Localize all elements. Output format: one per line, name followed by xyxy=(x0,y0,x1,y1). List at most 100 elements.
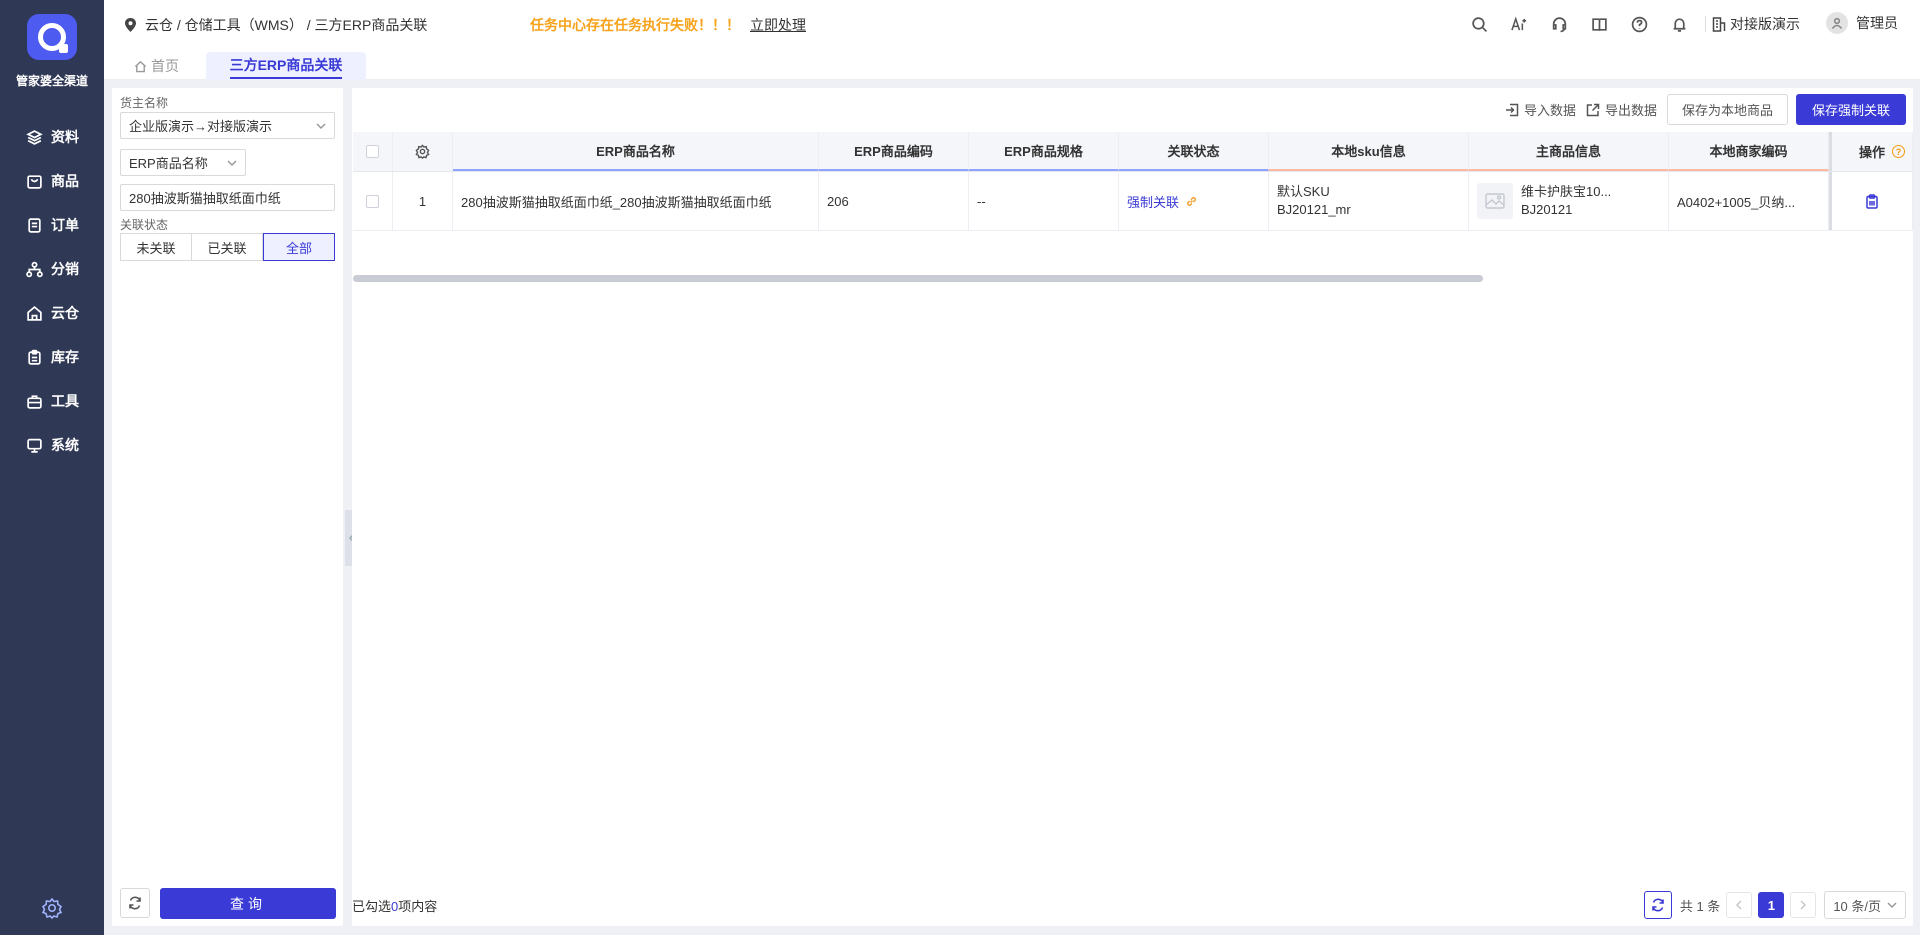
erp-spec-cell: -- xyxy=(969,172,1119,230)
column-erp-code[interactable]: ERP商品编码 xyxy=(819,132,969,171)
sidebar-item-inventory[interactable]: 库存 xyxy=(0,335,104,379)
sidebar-item-label: 分销 xyxy=(51,261,79,277)
search-field-value: ERP商品名称 xyxy=(129,156,208,171)
save-as-local-product-button[interactable]: 保存为本地商品 xyxy=(1666,94,1788,125)
erp-code-cell: 206 xyxy=(819,172,969,230)
column-erp-name[interactable]: ERP商品名称 xyxy=(453,132,819,171)
table-row[interactable]: 1 280抽波斯猫抽取纸面巾纸_280抽波斯猫抽取纸面巾纸 206 -- 强制关… xyxy=(353,172,1913,231)
sidebar-item-distribution[interactable]: 分销 xyxy=(0,247,104,291)
app-logo[interactable] xyxy=(27,14,77,60)
column-erp-spec[interactable]: ERP商品规格 xyxy=(969,132,1119,171)
environment-switcher[interactable]: 对接版演示 xyxy=(1712,14,1800,34)
selection-summary: 已勾选0项内容 xyxy=(352,896,437,915)
tab-erp-product-association[interactable]: 三方ERP商品关联 xyxy=(206,52,366,80)
search-icon[interactable] xyxy=(1459,13,1499,35)
owner-select[interactable]: 企业版演示→对接版演示 xyxy=(120,112,335,139)
chevron-right-icon xyxy=(1800,900,1807,910)
search-input[interactable] xyxy=(120,184,335,211)
sidebar-item-label: 商品 xyxy=(51,173,79,189)
status-cell: 强制关联 xyxy=(1119,172,1269,230)
user-menu[interactable]: 管理员 xyxy=(1826,12,1898,34)
export-label: 导出数据 xyxy=(1604,103,1657,118)
sidebar-item-label: 系统 xyxy=(51,437,79,453)
selected-suffix: 项内容 xyxy=(398,899,438,914)
reload-table-button[interactable] xyxy=(1643,891,1672,919)
owner-label: 货主名称 xyxy=(120,96,169,110)
select-all-checkbox[interactable] xyxy=(366,145,379,158)
chevron-down-icon xyxy=(227,159,237,166)
import-data-button[interactable]: 导入数据 xyxy=(1505,100,1576,119)
status-all-option[interactable]: 全部 xyxy=(263,233,335,261)
status-text: 强制关联 xyxy=(1127,194,1180,210)
home-icon xyxy=(134,60,147,72)
row-checkbox[interactable] xyxy=(366,194,379,208)
export-icon xyxy=(1586,103,1600,116)
local-sku-cell: 默认SKU BJ20121_mr xyxy=(1269,172,1469,230)
total-count: 共 1 条 xyxy=(1679,898,1721,914)
chevron-down-icon xyxy=(316,122,326,129)
settings-gear-icon[interactable] xyxy=(41,897,63,920)
handle-now-link[interactable]: 立即处理 xyxy=(750,15,806,35)
row-index: 1 xyxy=(393,172,453,230)
sidebar-item-data[interactable]: 资料 xyxy=(0,115,104,159)
sku-name: 默认SKU xyxy=(1277,184,1330,199)
page-number-current[interactable]: 1 xyxy=(1758,892,1785,918)
prev-page-button[interactable] xyxy=(1726,892,1753,918)
sidebar-item-tools[interactable]: 工具 xyxy=(0,379,104,423)
query-button[interactable]: 查询 xyxy=(160,888,336,919)
clipboard-icon xyxy=(28,349,41,365)
product-image-placeholder xyxy=(1477,183,1513,219)
page-size-select[interactable]: 10 条/页 xyxy=(1824,891,1906,919)
status-linked-option[interactable]: 已关联 xyxy=(192,233,263,261)
sidebar-item-label: 工具 xyxy=(51,393,79,409)
tab-label: 三方ERP商品关联 xyxy=(229,53,343,79)
help-icon[interactable] xyxy=(1619,13,1659,35)
column-local-sku[interactable]: 本地sku信息 xyxy=(1269,132,1469,171)
select-all-cell xyxy=(353,132,393,171)
column-merchant-code[interactable]: 本地商家编码 xyxy=(1669,132,1829,171)
tab-home[interactable]: 首页 xyxy=(134,52,179,80)
search-field-select[interactable]: ERP商品名称 xyxy=(120,149,246,176)
sidebar-item-label: 库存 xyxy=(51,349,79,365)
row-select-cell xyxy=(353,172,393,230)
delete-clipboard-icon[interactable] xyxy=(1865,193,1879,209)
sidebar-item-orders[interactable]: 订单 xyxy=(0,203,104,247)
column-main-product[interactable]: 主商品信息 xyxy=(1469,132,1669,171)
column-status[interactable]: 关联状态 ? xyxy=(1119,132,1905,171)
status-header-label: 关联状态 xyxy=(1167,144,1220,159)
breadcrumb-text: 云仓 / 仓储工具（WMS） / 三方ERP商品关联 xyxy=(145,17,428,33)
status-help-icon[interactable]: ? xyxy=(1892,145,1905,158)
status-header: 关联状态 xyxy=(1119,141,1268,160)
status-unlinked-option[interactable]: 未关联 xyxy=(120,233,192,261)
erp-name-cell: 280抽波斯猫抽取纸面巾纸_280抽波斯猫抽取纸面巾纸 xyxy=(453,172,819,230)
filter-panel: 货主名称 企业版演示→对接版演示 ERP商品名称 关联状态 未关联 已关联 全部… xyxy=(112,88,343,926)
main-product-code: BJ20121 xyxy=(1521,202,1573,217)
sidebar-nav: 资料 商品 订单 分销 云仓 库存 工具 系统 xyxy=(0,115,104,467)
brand-name: 管家婆全渠道 xyxy=(15,74,88,88)
force-association-link[interactable]: 强制关联 xyxy=(1127,192,1198,211)
customer-service-icon[interactable] xyxy=(1539,13,1579,35)
column-settings-gear-icon[interactable] xyxy=(415,144,430,159)
task-alert: 任务中心存在任务执行失败！！！ 立即处理 xyxy=(530,15,806,35)
sidebar-item-system[interactable]: 系统 xyxy=(0,423,104,467)
shopping-bag-icon xyxy=(27,174,42,189)
manual-book-icon[interactable] xyxy=(1579,13,1619,35)
sidebar-item-goods[interactable]: 商品 xyxy=(0,159,104,203)
selected-prefix: 已勾选 xyxy=(352,899,392,914)
environment-label: 对接版演示 xyxy=(1730,16,1800,32)
chevron-left-icon xyxy=(1736,900,1742,910)
save-force-association-button[interactable]: 保存强制关联 xyxy=(1795,94,1906,125)
image-icon xyxy=(1485,193,1505,209)
main-product-cell: 维卡护肤宝10... BJ20121 xyxy=(1469,172,1669,230)
export-data-button[interactable]: 导出数据 xyxy=(1586,100,1657,119)
next-page-button[interactable] xyxy=(1790,892,1817,918)
notification-bell-icon[interactable] xyxy=(1659,13,1699,35)
sidebar-item-cloud-warehouse[interactable]: 云仓 xyxy=(0,291,104,335)
sidebar-item-label: 云仓 xyxy=(51,305,79,321)
tab-label: 首页 xyxy=(151,58,179,74)
ai-assistant-icon[interactable] xyxy=(1499,13,1539,35)
reset-button[interactable] xyxy=(120,888,150,918)
status-label: 关联状态 xyxy=(120,218,169,232)
horizontal-scrollbar[interactable] xyxy=(353,275,1483,282)
header-divider xyxy=(1705,16,1706,32)
